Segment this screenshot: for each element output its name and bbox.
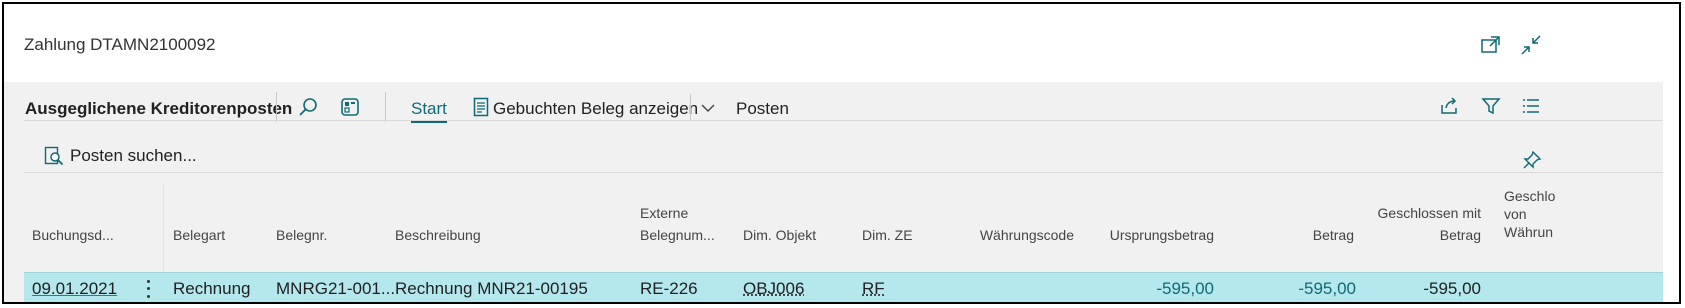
- column-header-waehrungscode[interactable]: Währungscode: [954, 224, 1074, 246]
- column-header-betrag[interactable]: Betrag: [1254, 224, 1354, 246]
- menu-posten[interactable]: Posten: [736, 99, 789, 119]
- column-header-buchungsdatum[interactable]: Buchungsd...: [32, 224, 114, 246]
- column-header-belegart[interactable]: Belegart: [173, 224, 225, 246]
- column-header-beschreibung[interactable]: Beschreibung: [395, 224, 481, 246]
- cell-geschlossen-mit-betrag: -595,00: [1423, 279, 1481, 298]
- document-icon: [467, 93, 495, 121]
- search-icon[interactable]: [294, 93, 322, 121]
- divider: [276, 92, 277, 122]
- page-title: Ausgeglichene Kreditorenposten: [25, 99, 293, 118]
- chevron-down-icon[interactable]: [694, 94, 722, 122]
- column-header-ursprungsbetrag[interactable]: Ursprungsbetrag: [1084, 224, 1214, 246]
- cell-belegnr: MNRG21-001...: [276, 279, 396, 298]
- collapse-icon[interactable]: [1518, 32, 1544, 58]
- show-posted-document-button[interactable]: Gebuchten Beleg anzeigen: [493, 99, 698, 119]
- page-frame: Zahlung DTAMN2100092 Ausgeglichene Kredi…: [2, 2, 1681, 304]
- cell-ursprungsbetrag[interactable]: -595,00: [1084, 279, 1214, 299]
- divider: [690, 94, 691, 120]
- pin-icon[interactable]: [1518, 146, 1546, 174]
- share-icon[interactable]: [1435, 92, 1463, 120]
- edit-list-icon[interactable]: [336, 93, 364, 121]
- filter-icon[interactable]: [1477, 92, 1505, 120]
- column-header-dim-objekt[interactable]: Dim. Objekt: [743, 224, 816, 246]
- dot: [146, 294, 150, 298]
- cell-buchungsdatum[interactable]: 09.01.2021: [32, 279, 117, 299]
- divider: [24, 172, 1665, 173]
- column-header-externe-line1[interactable]: Externe: [640, 202, 688, 224]
- cell-externe-belegnummer: RE-226: [640, 279, 698, 298]
- column-header-belegnr[interactable]: Belegnr.: [276, 224, 327, 246]
- open-new-window-icon[interactable]: [1478, 32, 1504, 58]
- column-header-externe-line2[interactable]: Belegnum...: [640, 224, 715, 246]
- column-header-geschlossen-line1[interactable]: Geschlossen mit: [1354, 202, 1481, 224]
- cell-dim-ze[interactable]: RF: [862, 279, 885, 299]
- list-view-icon[interactable]: [1517, 92, 1545, 120]
- find-entries-button[interactable]: Posten suchen...: [44, 146, 197, 166]
- column-header-geschl-w-line3[interactable]: Währun: [1504, 221, 1553, 243]
- action-bar: Ausgeglichene Kreditorenposten Start Geb…: [4, 82, 1665, 132]
- divider: [385, 92, 386, 122]
- find-entries-label: Posten suchen...: [70, 146, 197, 165]
- sub-action-bar: Posten suchen...: [4, 135, 1665, 185]
- page-window-title: Zahlung DTAMN2100092: [24, 35, 216, 54]
- title-bar: Zahlung DTAMN2100092: [4, 4, 1679, 82]
- right-margin: [1663, 4, 1679, 302]
- divider: [24, 120, 1665, 121]
- column-header-geschlossen-line2[interactable]: Betrag: [1354, 224, 1481, 246]
- cell-belegart: Rechnung: [173, 279, 251, 298]
- column-header-dim-ze[interactable]: Dim. ZE: [862, 224, 913, 246]
- table-row[interactable]: 09.01.2021 Rechnung MNRG21-001... Rechnu…: [24, 272, 1665, 302]
- cell-beschreibung: Rechnung MNR21-00195: [395, 279, 588, 298]
- row-actions-menu-icon[interactable]: [141, 278, 155, 300]
- column-divider: [163, 185, 164, 272]
- entries-table: Buchungsd... Belegart Belegnr. Beschreib…: [24, 185, 1665, 302]
- dot: [146, 280, 150, 284]
- find-document-icon: [44, 146, 64, 166]
- cell-dim-objekt[interactable]: OBJ006: [743, 279, 804, 299]
- cell-betrag[interactable]: -595,00: [1254, 279, 1356, 299]
- dot: [146, 287, 150, 291]
